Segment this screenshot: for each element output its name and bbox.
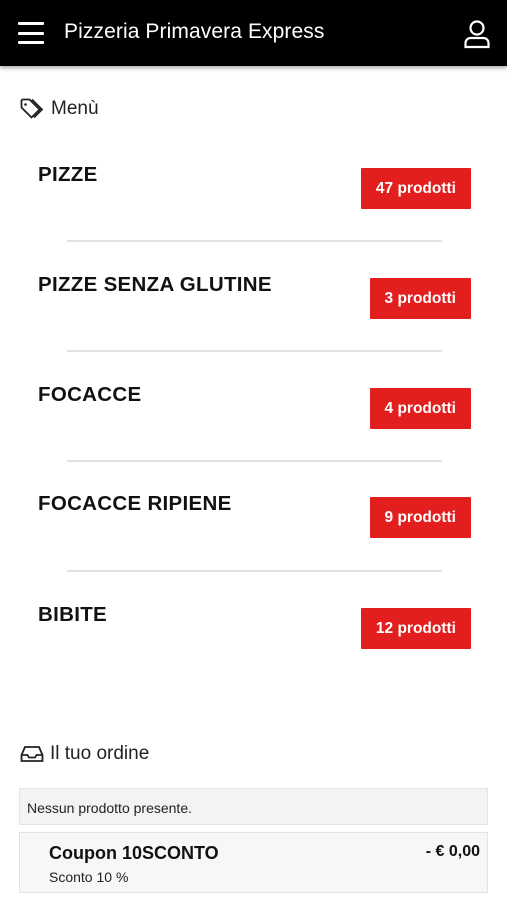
top-app-bar: Pizzeria Primavera Express <box>0 0 507 66</box>
category-count-badge[interactable]: 3 prodotti <box>369 278 471 319</box>
category-name: BIBITE <box>38 603 107 626</box>
coupon-amount: - € 0,00 <box>425 843 480 860</box>
coupon-description: Sconto 10 % <box>49 869 129 885</box>
empty-order-message: Nessun prodotto presente. <box>19 788 488 825</box>
inbox-icon <box>20 744 44 764</box>
hamburger-menu-icon[interactable] <box>18 22 44 44</box>
tag-icon <box>20 98 45 120</box>
order-section-header: Il tuo ordine <box>20 743 149 765</box>
menu-section-label: Menù <box>51 98 99 119</box>
category-name: FOCACCE RIPIENE <box>38 492 232 515</box>
category-count-badge[interactable]: 12 prodotti <box>360 608 471 649</box>
coupon-card: Coupon 10SCONTO Sconto 10 % - € 0,00 <box>19 832 488 893</box>
user-icon[interactable] <box>462 19 492 49</box>
app-title: Pizzeria Primavera Express <box>64 20 325 43</box>
category-count-badge[interactable]: 4 prodotti <box>369 388 471 429</box>
divider <box>67 240 442 242</box>
divider <box>67 350 442 352</box>
category-name: FOCACCE <box>38 383 142 406</box>
category-bibite[interactable]: BIBITE 12 prodotti <box>0 603 507 711</box>
category-pizze[interactable]: PIZZE 47 prodotti <box>0 163 507 271</box>
category-pizze-senza-glutine[interactable]: PIZZE SENZA GLUTINE 3 prodotti <box>0 273 507 381</box>
coupon-title: Coupon 10SCONTO <box>49 843 219 863</box>
category-name: PIZZE SENZA GLUTINE <box>38 273 272 296</box>
category-count-badge[interactable]: 9 prodotti <box>369 497 471 538</box>
divider <box>67 570 442 572</box>
category-count-badge[interactable]: 47 prodotti <box>360 168 471 209</box>
category-name: PIZZE <box>38 163 98 186</box>
menu-section-header: Menù <box>20 98 99 120</box>
divider <box>67 460 442 462</box>
category-focacce[interactable]: FOCACCE 4 prodotti <box>0 383 507 491</box>
order-section-label: Il tuo ordine <box>50 743 150 764</box>
category-focacce-ripiene[interactable]: FOCACCE RIPIENE 9 prodotti <box>0 492 507 600</box>
